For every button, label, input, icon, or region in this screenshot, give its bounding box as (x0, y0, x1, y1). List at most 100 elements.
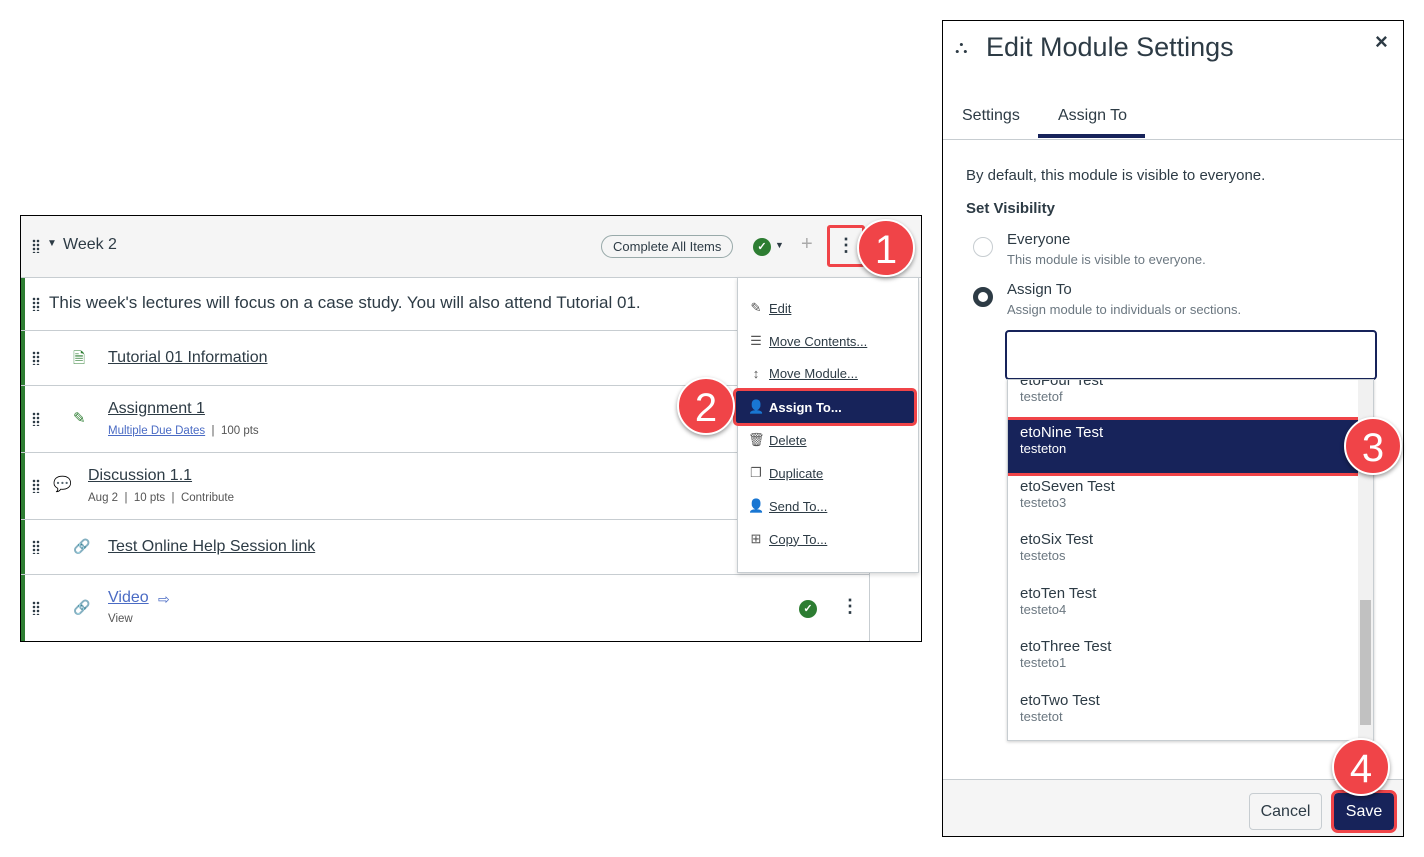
option-sub: testetof (1020, 389, 1063, 404)
page-icon: 🗎 (73, 350, 86, 367)
save-button[interactable]: Save (1331, 790, 1397, 833)
option-name: etoFour Test (1020, 379, 1104, 389)
description-text: This week's lectures will focus on a cas… (49, 293, 641, 312)
tab-assign-to[interactable]: Assign To (1058, 107, 1127, 125)
scrollbar-thumb[interactable] (1360, 600, 1371, 725)
edit-module-settings-dialog: ⛬ Edit Module Settings × Settings Assign… (942, 20, 1404, 837)
chevron-down-icon[interactable]: ▼ (775, 240, 784, 250)
radio-label: Everyone (1007, 231, 1071, 248)
close-icon[interactable]: × (1375, 29, 1388, 55)
tab-settings[interactable]: Settings (962, 107, 1020, 125)
menu-item-send-to[interactable]: 👤 Send To... (748, 498, 827, 514)
option-name: etoNine Test (1020, 424, 1104, 441)
trash-icon: 🗑 (748, 432, 765, 447)
menu-item-duplicate[interactable]: ❐ Duplicate (748, 465, 823, 481)
menu-label: Send To... (769, 498, 828, 514)
active-tab-indicator (1038, 134, 1145, 138)
menu-item-copy-to[interactable]: ⊞ Copy To... (748, 531, 828, 547)
option-item[interactable]: etoTen Test testeto4 (1008, 581, 1358, 634)
menu-label: Edit (769, 300, 792, 316)
drag-handle-icon[interactable] (32, 540, 40, 554)
requirement: View (108, 613, 133, 625)
module-options-menu: ✎ Edit ☰ Move Contents... ↕ Move Module... … (733, 277, 919, 573)
menu-label: Duplicate (769, 465, 824, 481)
menu-item-assign-to[interactable]: 👤 Assign To... (733, 388, 917, 426)
published-check-icon[interactable]: ✓ (799, 600, 817, 618)
option-item-highlighted[interactable]: etoNine Test testeton (1008, 417, 1361, 476)
menu-label: Assign To... (769, 399, 842, 415)
step-badge-3: 3 (1344, 417, 1402, 475)
drag-handle-icon[interactable] (32, 297, 40, 311)
assignment-icon: ✎ (73, 410, 86, 427)
option-name: etoTen Test (1020, 585, 1097, 602)
menu-label: Copy To... (769, 531, 828, 547)
radio-everyone[interactable] (973, 237, 993, 257)
user-icon: 👤 (748, 498, 765, 513)
divider (943, 139, 1403, 140)
option-sub: testetot (1020, 709, 1063, 724)
add-item-icon[interactable]: + (801, 233, 813, 256)
radio-assign-to[interactable] (973, 287, 993, 307)
duplicate-icon: ❐ (750, 465, 762, 480)
option-name: etoThree Test (1020, 638, 1112, 655)
menu-item-edit[interactable]: ✎ Edit (748, 300, 792, 316)
dialog-footer: Cancel Save (943, 779, 1403, 836)
drag-handle-icon[interactable] (32, 601, 40, 615)
external-link-icon: ⇨ (158, 591, 170, 607)
due-date: Aug 2 (88, 492, 119, 504)
discussion-icon: 💬 (53, 476, 72, 493)
dialog-title: Edit Module Settings (986, 32, 1234, 62)
move-contents-icon: ☰ (750, 333, 762, 348)
menu-label: Move Module... (769, 366, 858, 381)
option-name: etoTwo Test (1020, 692, 1100, 709)
due-dates-link[interactable]: Multiple Due Dates (108, 425, 205, 437)
menu-item-move-contents[interactable]: ☰ Move Contents... (748, 333, 867, 349)
module-item: 🔗 Video ⇨ View ✓ ⋮ (21, 575, 869, 641)
item-title[interactable]: Discussion 1.1 (88, 467, 192, 485)
item-options-icon[interactable]: ⋮ (841, 596, 859, 617)
option-item[interactable]: etoSeven Test testeto3 (1008, 474, 1358, 527)
option-sub: testetos (1020, 548, 1066, 563)
drag-handle-icon[interactable] (32, 351, 40, 365)
option-item[interactable]: etoFour Test testetof (1008, 379, 1358, 421)
set-visibility-label: Set Visibility (966, 200, 1055, 217)
item-title[interactable]: Assignment 1 (108, 400, 205, 418)
radio-label: Assign To (1007, 281, 1072, 298)
menu-item-delete[interactable]: 🗑 Delete (748, 432, 807, 448)
item-title[interactable]: Test Online Help Session link (108, 538, 315, 556)
module-header[interactable]: ▼ Week 2 Complete All Items ✓ ▼ + ⋮ (21, 216, 921, 278)
drag-handle-icon[interactable] (32, 412, 40, 426)
cancel-button[interactable]: Cancel (1249, 793, 1322, 830)
option-name: etoSeven Test (1020, 478, 1115, 495)
module-icon: ⛬ (955, 37, 968, 57)
visibility-intro: By default, this module is visible to ev… (966, 167, 1266, 184)
radio-description: This module is visible to everyone. (1007, 252, 1206, 267)
assignee-search-input[interactable] (1005, 330, 1377, 380)
complete-all-items-badge: Complete All Items (601, 235, 734, 258)
collapse-caret-icon[interactable]: ▼ (47, 238, 57, 249)
step-badge-2: 2 (677, 377, 735, 435)
points: 100 pts (220, 425, 259, 437)
option-item[interactable]: etoTwo Test testetot (1008, 688, 1358, 740)
option-item[interactable]: etoSix Test testetos (1008, 527, 1358, 580)
step-badge-1: 1 (857, 219, 915, 277)
link-icon: 🔗 (73, 538, 91, 554)
option-sub: testeto3 (1020, 495, 1067, 510)
option-sub: testeto4 (1020, 602, 1067, 617)
module-title: Week 2 (63, 236, 117, 253)
module-panel: ▼ Week 2 Complete All Items ✓ ▼ + ⋮ This… (20, 215, 922, 642)
option-sub: testeton (1020, 441, 1067, 456)
option-name: etoSix Test (1020, 531, 1094, 548)
item-title[interactable]: Tutorial 01 Information (108, 349, 267, 367)
assignee-options-list: etoFour Test testetof etoNine Test testeto… (1007, 379, 1374, 741)
requirement: Contribute (180, 492, 235, 504)
pencil-icon: ✎ (750, 300, 762, 315)
menu-item-move-module[interactable]: ↕ Move Module... (748, 366, 858, 381)
radio-description: Assign module to individuals or sections… (1007, 302, 1242, 317)
drag-handle-icon[interactable] (32, 479, 40, 493)
published-check-icon[interactable]: ✓ (753, 238, 771, 256)
item-title[interactable]: Video (108, 589, 149, 607)
points: 10 pts (133, 492, 166, 504)
drag-handle-icon[interactable] (32, 239, 40, 253)
option-item[interactable]: etoThree Test testeto1 (1008, 634, 1358, 687)
